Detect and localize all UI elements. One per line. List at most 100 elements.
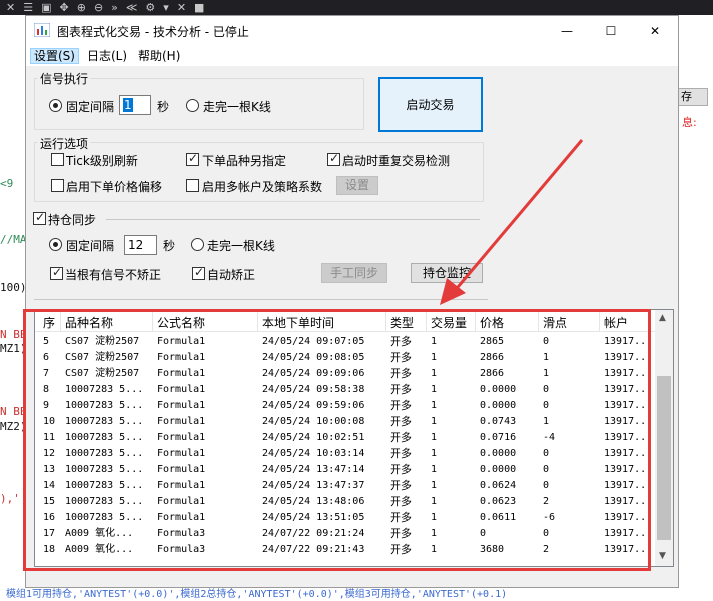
table-cell: Formula1 <box>157 432 206 443</box>
toolbar-tool-icon[interactable]: ✕ <box>177 0 186 15</box>
table-cell: 13917... <box>604 512 653 523</box>
order-other-contract-checkbox[interactable] <box>186 151 199 166</box>
table-cell: 开多 <box>390 335 412 348</box>
column-separator[interactable] <box>385 310 386 332</box>
column-header[interactable]: 类型 <box>390 314 414 331</box>
multi-account-checkbox[interactable] <box>186 179 199 192</box>
table-cell: 1 <box>543 416 550 427</box>
column-separator[interactable] <box>257 310 258 332</box>
vertical-scrollbar[interactable]: ▲ ▼ <box>655 310 673 566</box>
column-separator[interactable] <box>60 310 61 332</box>
table-cell: Formula3 <box>157 528 206 539</box>
column-header[interactable]: 交易量 <box>431 314 467 331</box>
signal-interval-input[interactable]: 1 <box>119 95 151 115</box>
table-cell: 0.0000 <box>480 400 517 411</box>
table-row[interactable]: 10 10007283 5... Formula1 24/05/24 10:00:08… <box>35 414 655 430</box>
table-row[interactable]: 5 CS07 淀粉2507 Formula1 24/05/24 09:07:05 开多 1… <box>35 334 655 350</box>
orders-grid[interactable]: 序品种名称 公式名称 本地下单时间 类型 交易量 价格 滑点 帐户 5 CS07 淀粉2507 F… <box>34 309 674 567</box>
column-header[interactable]: 帐户 <box>604 314 628 331</box>
table-cell: 24/07/22 09:21:24 <box>262 528 365 539</box>
column-header[interactable]: 价格 <box>480 314 504 331</box>
maximize-icon: ☐ <box>605 24 617 38</box>
code-line: <9 <box>0 177 14 190</box>
no-correct-on-signal-checkbox[interactable] <box>50 265 63 280</box>
toolbar-tool-icon[interactable]: » <box>111 0 118 15</box>
scroll-down-icon[interactable]: ▼ <box>659 551 666 561</box>
close-button[interactable]: ✕ <box>633 16 677 46</box>
column-separator[interactable] <box>152 310 153 332</box>
auto-correct-checkbox[interactable] <box>192 265 205 280</box>
table-cell: 13917... <box>604 464 653 475</box>
table-row[interactable]: 6 CS07 淀粉2507 Formula1 24/05/24 09:08:05 开多 1… <box>35 350 655 366</box>
table-cell: CS07 淀粉2507 <box>65 352 140 363</box>
toolbar-tool-icon[interactable]: ⚙ <box>145 0 155 15</box>
table-cell: 0 <box>543 480 550 491</box>
table-row[interactable]: 11 10007283 5... Formula1 24/05/24 10:02:51… <box>35 430 655 446</box>
toolbar-tool-icon[interactable]: ▾ <box>163 0 169 15</box>
column-separator[interactable] <box>475 310 476 332</box>
table-cell: 13917... <box>604 336 653 347</box>
signal-kbar-radio[interactable] <box>186 99 199 112</box>
table-row[interactable]: 12 10007283 5... Formula1 24/05/24 10:03:14… <box>35 446 655 462</box>
price-offset-checkbox[interactable] <box>51 179 64 192</box>
table-row[interactable]: 16 10007283 5... Formula1 24/05/24 13:51:05… <box>35 510 655 526</box>
sync-fixed-interval-radio[interactable] <box>49 238 62 251</box>
table-cell: -6 <box>543 512 556 523</box>
recheck-on-start-checkbox[interactable] <box>327 151 340 166</box>
column-separator[interactable] <box>538 310 539 332</box>
table-cell: 2865 <box>480 336 505 347</box>
sync-kbar-radio[interactable] <box>191 238 204 251</box>
column-header[interactable]: 滑点 <box>543 314 567 331</box>
position-sync-checkbox[interactable] <box>33 210 46 225</box>
scrollbar-thumb[interactable] <box>657 376 671 540</box>
table-row[interactable]: 14 10007283 5... Formula1 24/05/24 13:47:37… <box>35 478 655 494</box>
menu-help[interactable]: 帮助(H) <box>135 48 183 64</box>
column-separator[interactable] <box>599 310 600 332</box>
toolbar-tool-icon[interactable]: ✥ <box>60 0 69 15</box>
table-cell: Formula1 <box>157 352 206 363</box>
column-header[interactable]: 本地下单时间 <box>262 314 334 331</box>
table-row[interactable]: 9 10007283 5... Formula1 24/05/24 09:59:06 开… <box>35 398 655 414</box>
manual-sync-button[interactable]: 手工同步 <box>321 263 387 283</box>
column-header[interactable]: 公式名称 <box>157 314 205 331</box>
table-row[interactable]: 15 10007283 5... Formula1 24/05/24 13:48:06… <box>35 494 655 510</box>
toolbar-tool-icon[interactable]: ≪ <box>126 0 138 15</box>
signal-fixed-interval-radio[interactable] <box>49 99 62 112</box>
table-cell: 24/05/24 10:03:14 <box>262 448 365 459</box>
toolbar-tool-icon[interactable]: ■ <box>194 0 204 15</box>
table-cell: 13917... <box>604 352 653 363</box>
maximize-button[interactable]: ☐ <box>589 16 633 46</box>
table-row[interactable]: 13 10007283 5... Formula1 24/05/24 13:47:14… <box>35 462 655 478</box>
column-header[interactable]: 品种名称 <box>65 314 113 331</box>
options-settings-button[interactable]: 设置 <box>336 176 378 195</box>
scroll-up-icon[interactable]: ▲ <box>659 313 666 323</box>
table-row[interactable]: 17 A009 氧化... Formula3 24/07/22 09:21:24 开多 1… <box>35 526 655 542</box>
toolbar-tool-icon[interactable]: ⊕ <box>77 0 86 15</box>
tick-refresh-checkbox[interactable] <box>51 153 64 166</box>
run-options-label: 运行选项 <box>38 135 91 152</box>
menu-settings[interactable]: 设置(S) <box>30 48 79 64</box>
toolbar-tool-icon[interactable]: ⊖ <box>94 0 103 15</box>
title-bar[interactable]: 图表程式化交易 - 技术分析 - 已停止 — ☐ ✕ <box>26 16 678 46</box>
toolbar-tool-icon[interactable]: ▣ <box>41 0 51 15</box>
column-separator[interactable] <box>426 310 427 332</box>
close-icon: ✕ <box>649 24 661 38</box>
menu-log[interactable]: 日志(L) <box>84 48 130 64</box>
table-cell: 16 <box>43 512 56 523</box>
table-cell: CS07 淀粉2507 <box>65 368 140 379</box>
minimize-button[interactable]: — <box>545 16 589 46</box>
toolbar-tool-icon[interactable]: ✕ <box>6 0 15 15</box>
table-cell: Formula1 <box>157 368 206 379</box>
background-save-button[interactable]: 存 <box>678 88 708 106</box>
column-header[interactable]: 序 <box>43 314 55 331</box>
table-row[interactable]: 8 10007283 5... Formula1 24/05/24 09:58:38 开… <box>35 382 655 398</box>
start-trading-button[interactable]: 启动交易 <box>378 77 483 132</box>
table-cell: 0.0716 <box>480 432 517 443</box>
code-line: //MA <box>0 233 27 246</box>
code-line: MZ2) <box>0 420 27 433</box>
sync-interval-input[interactable]: 12 <box>124 235 157 255</box>
table-row[interactable]: 7 CS07 淀粉2507 Formula1 24/05/24 09:09:06 开多 1… <box>35 366 655 382</box>
position-monitor-button[interactable]: 持仓监控 <box>411 263 483 283</box>
toolbar-tool-icon[interactable]: ☰ <box>23 0 33 15</box>
table-row[interactable]: 18 A009 氧化... Formula3 24/07/22 09:21:43 开多 1… <box>35 542 655 558</box>
